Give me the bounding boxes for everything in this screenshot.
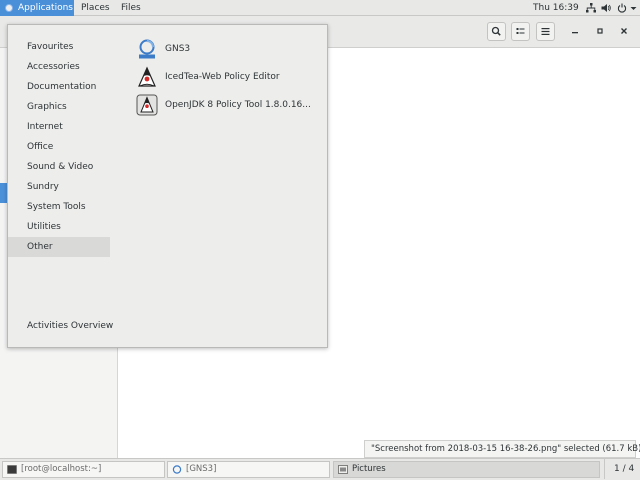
task-label: [GNS3]	[186, 464, 217, 474]
category-sound-video[interactable]: Sound & Video	[8, 157, 110, 177]
applications-menu-label: Applications	[18, 3, 73, 13]
task-label: Pictures	[352, 464, 386, 474]
category-other[interactable]: Other	[8, 237, 110, 257]
category-internet[interactable]: Internet	[8, 117, 110, 137]
app-label: IcedTea-Web Policy Editor	[165, 72, 280, 82]
search-button[interactable]	[487, 22, 506, 41]
maximize-icon	[597, 28, 603, 34]
view-mode-button[interactable]	[511, 22, 530, 41]
app-label: GNS3	[165, 44, 191, 54]
minimize-icon	[572, 32, 578, 34]
category-sundry[interactable]: Sundry	[8, 177, 110, 197]
task-gns3[interactable]: [GNS3]	[167, 461, 330, 478]
category-graphics[interactable]: Graphics	[8, 97, 110, 117]
window-list-bar: [root@localhost:~] [GNS3] Pictures 1 / 4	[0, 458, 640, 480]
terminal-icon	[7, 465, 17, 474]
selection-status: "Screenshot from 2018-03-15 16-38-26.png…	[364, 440, 640, 458]
maximize-button[interactable]	[593, 24, 607, 38]
gnome-foot-icon	[5, 4, 13, 12]
applications-menu-button[interactable]: Applications	[0, 0, 74, 16]
gns3-icon	[139, 39, 155, 59]
task-label: [root@localhost:~]	[21, 464, 102, 474]
activities-overview-link[interactable]: Activities Overview	[27, 321, 113, 331]
clock[interactable]: Thu 16:39	[533, 0, 579, 16]
java-policy-icon	[136, 94, 158, 116]
close-icon	[621, 28, 627, 34]
minimize-button[interactable]	[568, 24, 582, 38]
task-terminal[interactable]: [root@localhost:~]	[2, 461, 165, 478]
menu-button[interactable]	[536, 22, 555, 41]
workspace-indicator[interactable]: 1 / 4	[604, 459, 634, 479]
files-app-menu-button[interactable]: Files	[121, 0, 141, 16]
network-icon[interactable]	[586, 3, 596, 13]
applications-menu: Favourites Accessories Documentation Gra…	[7, 24, 328, 348]
category-favourites[interactable]: Favourites	[8, 37, 110, 57]
search-icon	[491, 26, 501, 36]
category-documentation[interactable]: Documentation	[8, 77, 110, 97]
app-label: OpenJDK 8 Policy Tool 1.8.0.16...	[165, 100, 311, 110]
category-office[interactable]: Office	[8, 137, 110, 157]
hamburger-icon	[541, 28, 550, 35]
category-system-tools[interactable]: System Tools	[8, 197, 110, 217]
category-accessories[interactable]: Accessories	[8, 57, 110, 77]
sidebar-selected-indicator	[0, 183, 7, 203]
top-panel: Applications Places Files Thu 16:39	[0, 0, 640, 16]
chevron-down-icon[interactable]	[630, 3, 637, 13]
task-pictures[interactable]: Pictures	[333, 461, 600, 478]
close-button[interactable]	[617, 24, 631, 38]
gns3-icon	[172, 465, 182, 474]
volume-icon[interactable]	[601, 3, 611, 13]
category-utilities[interactable]: Utilities	[8, 217, 110, 237]
power-icon[interactable]	[617, 3, 627, 13]
list-view-icon	[516, 28, 525, 34]
folder-icon	[338, 465, 348, 474]
java-icon	[138, 66, 156, 87]
places-menu-button[interactable]: Places	[81, 0, 110, 16]
